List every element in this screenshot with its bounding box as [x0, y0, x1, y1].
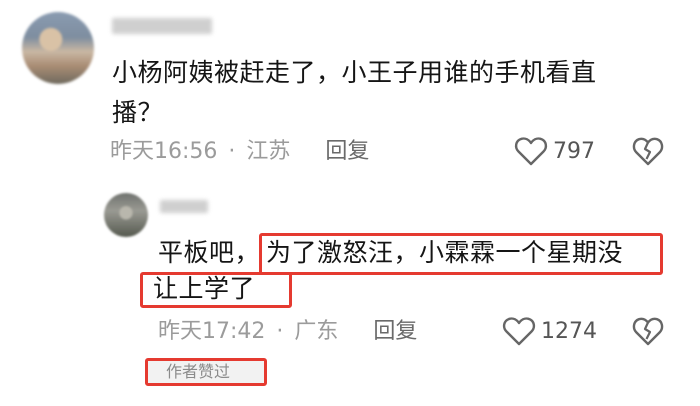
reply-like-button[interactable] — [502, 316, 536, 346]
reply-meta: 昨天17:42 · 广东 回复 — [158, 318, 417, 346]
comment-dislike-button[interactable] — [632, 136, 664, 166]
meta-separator: · — [228, 139, 236, 164]
broken-heart-icon — [632, 317, 664, 346]
reply-like-count: 1274 — [541, 319, 597, 344]
reply-text-highlighted-line2: 让上学了 — [153, 274, 256, 303]
reply-reply-button[interactable]: 回复 — [373, 319, 417, 344]
commenter-avatar[interactable] — [22, 12, 94, 84]
comment-like-button[interactable] — [514, 136, 548, 166]
comment-reply-button[interactable]: 回复 — [325, 139, 369, 164]
reply-time: 昨天17:42 — [158, 319, 266, 344]
reply-dislike-button[interactable] — [632, 316, 664, 346]
comment-location: 江苏 — [246, 139, 291, 164]
meta-separator: · — [276, 319, 284, 344]
comment-text-line1: 小杨阿姨被赶走了，小王子用谁的手机看直 — [112, 58, 597, 87]
comment-text-line2: 播？ — [112, 98, 164, 127]
replier-username-blurred[interactable] — [160, 200, 208, 213]
broken-heart-icon — [632, 137, 664, 166]
replier-avatar[interactable] — [104, 193, 148, 237]
author-liked-badge: 作者赞过 — [145, 358, 267, 386]
comment-like-count: 797 — [553, 139, 595, 164]
reply-location: 广东 — [294, 319, 339, 344]
reply-text-highlighted-line1: 为了激怒汪，小霖霖一个星期没 — [266, 238, 624, 267]
comment-time: 昨天16:56 — [110, 139, 218, 164]
heart-outline-icon — [514, 137, 548, 166]
comment-meta: 昨天16:56 · 江苏 回复 — [110, 138, 369, 166]
heart-outline-icon — [502, 317, 536, 346]
commenter-username-blurred[interactable] — [112, 18, 212, 34]
